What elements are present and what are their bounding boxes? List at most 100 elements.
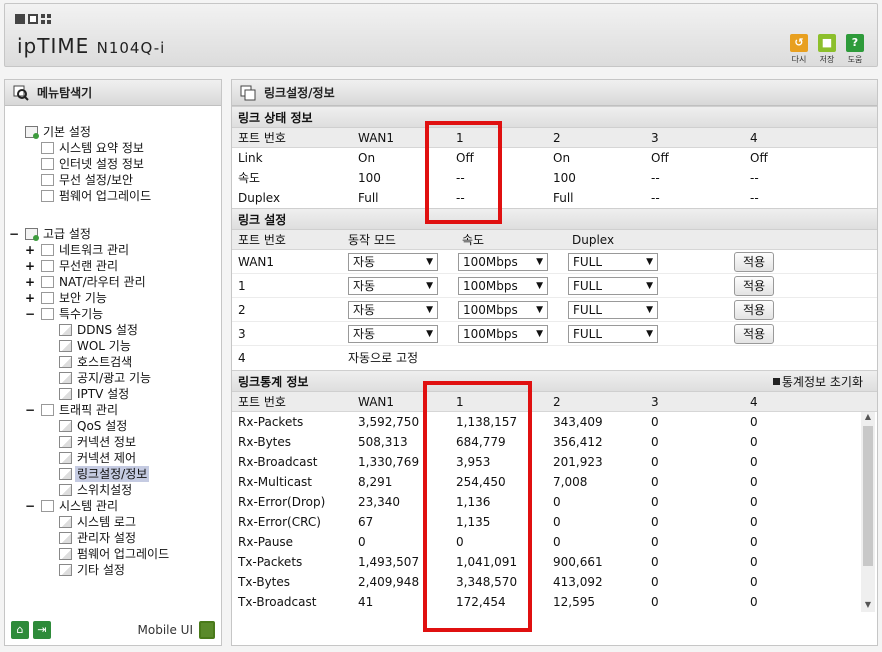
window-icon[interactable]	[15, 14, 25, 24]
header-button-label: 저장	[819, 55, 835, 64]
menu-item-advanced[interactable]: + 무선랜 관리	[5, 258, 221, 274]
link-config-table: WAN1 자동 ▼ 100Mbps ▼ FULL ▼ 적용 1 자동 ▼ 100Mbps ▼ FULL ▼ 적…	[232, 250, 877, 370]
menu-item-traffic[interactable]: 스위치설정	[5, 482, 221, 498]
menu-item-special[interactable]: 호스트검색	[5, 354, 221, 370]
apply-button[interactable]: 적용	[734, 252, 774, 272]
table-row: Rx-Broadcast 1,330,769 3,953 201,923 0 0	[232, 452, 877, 472]
menu-item-special[interactable]: 공지/광고 기능	[5, 370, 221, 386]
menu-item-system[interactable]: 관리자 설정	[5, 530, 221, 546]
logout-icon[interactable]: ⇥	[33, 621, 51, 639]
column-header: 4	[750, 395, 758, 409]
mode-select[interactable]: 자동 ▼	[348, 301, 438, 319]
apply-button[interactable]: 적용	[734, 300, 774, 320]
collapse-icon[interactable]: −	[25, 498, 35, 514]
menu-item-traffic[interactable]: QoS 설정	[5, 418, 221, 434]
dropdown-arrow-icon: ▼	[646, 281, 653, 291]
menu-item-basic[interactable]: 시스템 요약 정보	[5, 140, 221, 156]
menu-item-advanced[interactable]: + 네트워크 관리	[5, 242, 221, 258]
menu-tree: 기본 설정 시스템 요약 정보 인터넷 설정 정보 무선 설정/보안 펌웨어 업그레이드…	[5, 106, 221, 578]
mode-select[interactable]: 자동 ▼	[348, 277, 438, 295]
menu-item-system[interactable]: 시스템 로그	[5, 514, 221, 530]
menu-item-special[interactable]: DDNS 설정	[5, 322, 221, 338]
dropdown-arrow-icon: ▼	[426, 281, 433, 291]
menu-item-advanced[interactable]: − 특수기능	[5, 306, 221, 322]
duplex-select[interactable]: FULL ▼	[568, 325, 658, 343]
menu-group-basic[interactable]: 기본 설정	[5, 124, 221, 140]
column-header: 동작 모드	[348, 233, 396, 247]
menu-item-basic[interactable]: 펌웨어 업그레이드	[5, 188, 221, 204]
table-cell: 23,340	[358, 495, 400, 509]
item-icon	[41, 404, 54, 416]
grid-icon[interactable]	[41, 14, 51, 24]
mobile-icon[interactable]	[199, 621, 215, 639]
item-icon	[41, 308, 54, 320]
menu-item-system[interactable]: 기타 설정	[5, 562, 221, 578]
collapse-icon[interactable]: −	[25, 402, 35, 418]
menu-group-advanced[interactable]: − 고급 설정	[5, 226, 221, 242]
apply-button[interactable]: 적용	[734, 276, 774, 296]
collapse-icon[interactable]: −	[9, 226, 19, 242]
page-icon	[59, 532, 72, 544]
menu-item-system[interactable]: 펌웨어 업그레이드	[5, 546, 221, 562]
speed-select[interactable]: 100Mbps ▼	[458, 301, 548, 319]
page-icon	[59, 420, 72, 432]
scroll-thumb[interactable]	[863, 426, 873, 566]
collapse-icon[interactable]: −	[25, 306, 35, 322]
expand-icon[interactable]: +	[25, 274, 35, 290]
page-icon	[59, 516, 72, 528]
link-stats-scroll[interactable]: Rx-Packets 3,592,750 1,138,157 343,409 0 0 Rx-…	[232, 412, 877, 612]
menu-item-advanced[interactable]: + NAT/라우터 관리	[5, 274, 221, 290]
speed-select[interactable]: 100Mbps ▼	[458, 277, 548, 295]
table-row: Link On Off On Off Off	[232, 148, 877, 168]
menu-item-advanced[interactable]: + 보안 기능	[5, 290, 221, 306]
scroll-down-icon[interactable]: ▼	[861, 600, 875, 612]
column-header: 포트 번호	[238, 233, 286, 247]
menu-item-traffic[interactable]: 커넥션 정보	[5, 434, 221, 450]
menu-group-traffic[interactable]: − 트래픽 관리	[5, 402, 221, 418]
table-cell: 201,923	[553, 455, 603, 469]
table-cell: 0	[750, 575, 758, 589]
table-row: Rx-Multicast 8,291 254,450 7,008 0 0	[232, 472, 877, 492]
mode-select[interactable]: 자동 ▼	[348, 253, 438, 271]
expand-icon[interactable]: +	[25, 258, 35, 274]
reset-stats-link[interactable]: 통계정보 초기화	[772, 371, 863, 393]
apply-button[interactable]: 적용	[734, 324, 774, 344]
home-icon[interactable]: ⌂	[11, 621, 29, 639]
table-cell: Link	[238, 151, 263, 165]
table-cell: Rx-Bytes	[238, 435, 292, 449]
menu-item-basic[interactable]: 인터넷 설정 정보	[5, 156, 221, 172]
duplex-select[interactable]: FULL ▼	[568, 301, 658, 319]
window-restore-icon[interactable]	[28, 14, 38, 24]
link-status-header: 링크 상태 정보	[232, 106, 877, 128]
table-cell: 2,409,948	[358, 575, 420, 589]
table-cell: Rx-Error(Drop)	[238, 495, 326, 509]
menu-item-traffic[interactable]: 커넥션 제어	[5, 450, 221, 466]
menu-item-basic[interactable]: 무선 설정/보안	[5, 172, 221, 188]
expand-icon[interactable]: +	[25, 290, 35, 306]
scroll-up-icon[interactable]: ▲	[861, 412, 875, 424]
undo-button[interactable]: ↺ 다시	[789, 34, 809, 65]
vertical-scrollbar[interactable]: ▲ ▼	[861, 412, 875, 612]
duplex-select[interactable]: FULL ▼	[568, 277, 658, 295]
table-cell: 0	[750, 435, 758, 449]
dropdown-arrow-icon: ▼	[536, 329, 543, 339]
link-status-table: Link On Off On Off Off 속도 100 -- 100 -- -- Duplex Ful…	[232, 148, 877, 208]
mobile-ui-link[interactable]: Mobile UI	[138, 623, 194, 637]
item-icon	[41, 174, 54, 186]
speed-select[interactable]: 100Mbps ▼	[458, 325, 548, 343]
help-button[interactable]: ? 도움	[845, 34, 865, 65]
expand-icon[interactable]: +	[25, 242, 35, 258]
table-cell: --	[456, 191, 465, 205]
menu-item-special[interactable]: IPTV 설정	[5, 386, 221, 402]
duplex-select[interactable]: FULL ▼	[568, 253, 658, 271]
menu-group-system[interactable]: − 시스템 관리	[5, 498, 221, 514]
save-button[interactable]: ■ 저장	[817, 34, 837, 65]
table-cell: 684,779	[456, 435, 506, 449]
menu-item-traffic[interactable]: 링크설정/정보	[5, 466, 221, 482]
table-cell: 0	[651, 495, 659, 509]
speed-select[interactable]: 100Mbps ▼	[458, 253, 548, 271]
menu-item-label: 고급 설정	[43, 227, 91, 241]
menu-item-special[interactable]: WOL 기능	[5, 338, 221, 354]
table-cell: 1,136	[456, 495, 491, 509]
mode-select[interactable]: 자동 ▼	[348, 325, 438, 343]
